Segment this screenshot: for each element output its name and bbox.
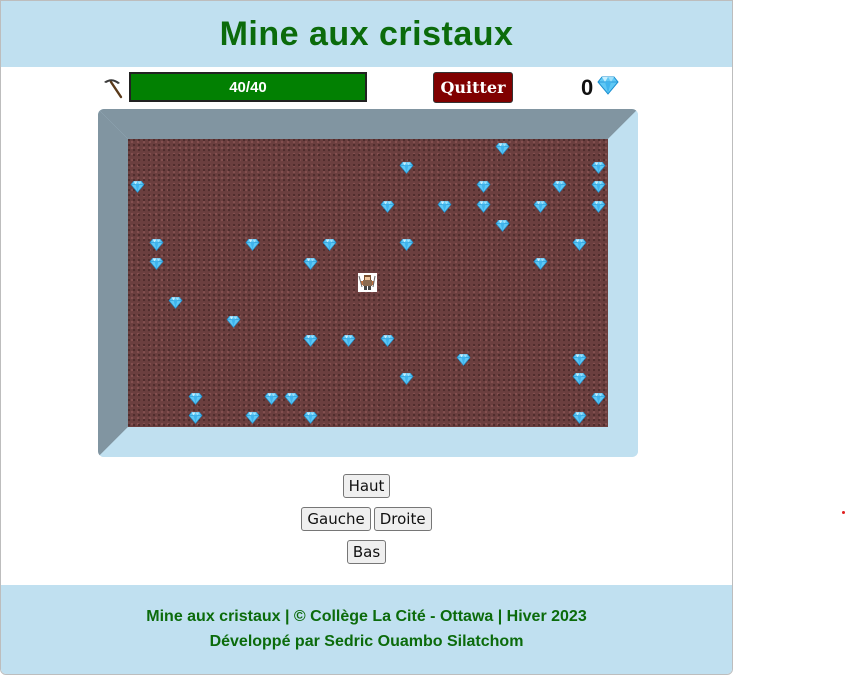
miner-icon [358, 273, 378, 293]
crystal-tile [262, 389, 281, 408]
mine-grid[interactable] [128, 139, 608, 427]
crystal-tile [243, 235, 262, 254]
footer: Mine aux cristaux | © Collège La Cité - … [1, 585, 732, 674]
crystal-tile [589, 389, 608, 408]
crystal-tile [301, 331, 320, 350]
crystal-tile [186, 408, 205, 427]
crystal-tile [186, 389, 205, 408]
game-window: Mine aux cristaux 40/40 Quitter 0 Haut G… [0, 0, 733, 675]
crystal-tile [570, 350, 589, 369]
diamond-icon [597, 75, 619, 101]
crystal-tile [243, 408, 262, 427]
page-title: Mine aux cristaux [219, 14, 514, 53]
crystal-tile [474, 177, 493, 196]
footer-author: Développé par Sedric Ouambo Silatchom [209, 633, 524, 650]
mine-frame [98, 109, 638, 457]
crystal-tile [397, 369, 416, 388]
crystal-tile [493, 139, 512, 158]
right-button[interactable]: Droite [373, 507, 432, 531]
crystal-tile [570, 235, 589, 254]
crystal-tile [531, 197, 550, 216]
crystal-tile [531, 254, 550, 273]
crystal-tile [589, 158, 608, 177]
pickaxe-icon [102, 77, 124, 99]
crystal-tile [320, 235, 339, 254]
crystal-tile [147, 254, 166, 273]
crystal-tile [301, 408, 320, 427]
crystal-tile [454, 350, 473, 369]
crystal-tile [397, 235, 416, 254]
crystal-tile [378, 197, 397, 216]
crystal-tile [493, 216, 512, 235]
crystal-tile [589, 177, 608, 196]
crystal-tile [570, 408, 589, 427]
stray-dot [842, 511, 845, 514]
crystal-tile [128, 177, 147, 196]
crystal-tile [378, 331, 397, 350]
crystal-tile [550, 177, 569, 196]
quit-button[interactable]: Quitter [433, 72, 513, 103]
crystal-tile [282, 389, 301, 408]
crystal-tile [570, 369, 589, 388]
crystal-tile [166, 293, 185, 312]
energy-bar: 40/40 [129, 72, 367, 102]
down-button[interactable]: Bas [346, 540, 387, 564]
crystal-tile [589, 197, 608, 216]
crystal-tile [435, 197, 454, 216]
crystal-tile [301, 254, 320, 273]
footer-credits: Mine aux cristaux | © Collège La Cité - … [146, 608, 587, 625]
up-button[interactable]: Haut [342, 474, 391, 498]
crystal-tile [224, 312, 243, 331]
crystal-tile [397, 158, 416, 177]
crystal-tile [339, 331, 358, 350]
crystal-tile [147, 235, 166, 254]
crystal-count-value: 0 [581, 75, 594, 100]
crystal-tile [474, 197, 493, 216]
header: Mine aux cristaux [1, 1, 732, 67]
left-button[interactable]: Gauche [301, 507, 371, 531]
energy-value: 40/40 [229, 78, 267, 96]
crystal-counter: 0 [581, 75, 619, 101]
